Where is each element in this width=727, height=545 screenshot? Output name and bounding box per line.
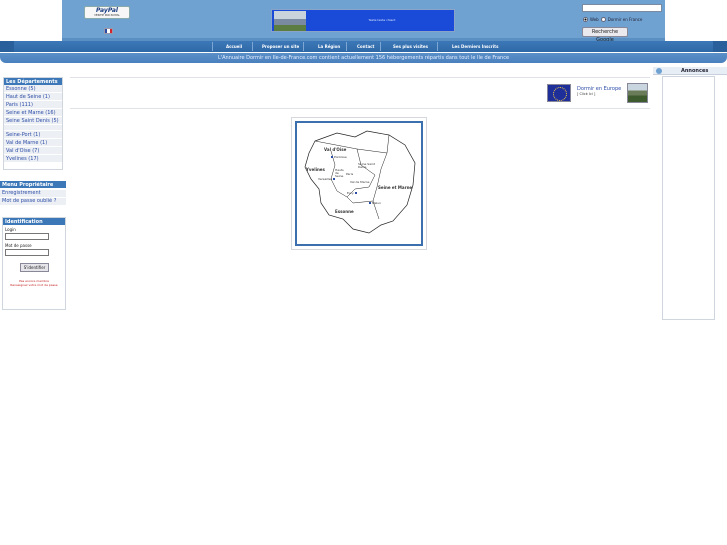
password-label: Mot de passe (5, 243, 32, 248)
menu-proprietaire-title: Menu Propriétaire (0, 181, 66, 188)
europe-thumbnail (627, 83, 648, 103)
menu-mot-de-passe-oublie[interactable]: Mot de passe oublié ? (0, 198, 66, 206)
nav-separator (437, 42, 438, 51)
map-label-yvelines[interactable]: Yvelines (306, 167, 325, 172)
radio-dormir-label: Dormir en France (607, 17, 643, 22)
map-city-evry[interactable]: Evry (347, 191, 358, 195)
paypal-subtitle: VÉRIFIÉ PAR PAYPAL (94, 14, 120, 17)
identification-title: Identification (3, 218, 65, 225)
map-label-essonne[interactable]: Essonne (335, 209, 354, 214)
login-label: Login (5, 227, 16, 232)
header-banner-ad[interactable]: Texte texte chiant (271, 9, 455, 32)
bullet-icon (656, 68, 662, 74)
map-canvas: Val d'Oise Pontoise Yvelines Hauts de Se… (295, 121, 423, 246)
map-label-seine-et-marne[interactable]: Seine et Marne (378, 185, 412, 190)
banner-text: Texte texte chiant (368, 18, 396, 22)
annonces-title: Annonces (681, 68, 709, 74)
content-divider (70, 77, 650, 78)
radio-web[interactable] (583, 17, 588, 22)
login-input[interactable] (5, 233, 49, 240)
nav-separator (346, 42, 347, 51)
map-city-pontoise[interactable]: Pontoise (331, 155, 347, 159)
departement-haut-de-seine[interactable]: Haut de Seine (1) (4, 93, 62, 101)
map-label-seine-saint-denis[interactable]: Seine Saint Denis (358, 163, 378, 169)
nav-contact[interactable]: Contact (357, 44, 374, 49)
nav-separator (252, 42, 253, 51)
departements-title: Les Départements (4, 78, 62, 85)
ile-de-france-map: Val d'Oise Pontoise Yvelines Hauts de Se… (291, 117, 427, 250)
departement-seine-port[interactable]: Seine-Port (1) (4, 131, 62, 139)
menu-enregistrement[interactable]: Enregistrement (0, 190, 66, 198)
departement-yvelines[interactable]: Yvelines (17) (4, 155, 62, 163)
french-flag-icon[interactable] (104, 28, 113, 34)
paypal-badge[interactable]: PayPal VÉRIFIÉ PAR PAYPAL (84, 6, 130, 19)
radio-dormir-en-france[interactable] (600, 17, 606, 22)
paypal-title: PayPal (96, 7, 118, 14)
nav-accueil[interactable]: Accueil (226, 44, 242, 49)
nav-la-region[interactable]: La Région (318, 44, 340, 49)
nav-separator (212, 42, 213, 51)
departement-seine-et-marne[interactable]: Seine et Marne (16) (4, 109, 62, 117)
nav-proposer-un-site[interactable]: Proposer un site (262, 44, 299, 49)
departement-essonne[interactable]: Essonne (5) (4, 85, 62, 93)
nav-right-cap (713, 41, 727, 52)
departement-paris[interactable]: Paris (111) (4, 101, 62, 109)
map-city-melun[interactable]: Melun (369, 201, 381, 205)
info-bar-text: L'Annuaire Dormir en Ile-de-France.com c… (217, 55, 510, 61)
search-scope-options: Web Dormir en France (583, 17, 642, 22)
content-divider (70, 108, 650, 109)
google-search-button[interactable]: Recherche Google (582, 27, 628, 43)
house-image (274, 11, 306, 31)
eu-flag-icon (547, 84, 571, 102)
map-city-versailles[interactable]: Versailles (318, 177, 336, 181)
nav-plus-visites[interactable]: Ses plus visites (393, 44, 428, 49)
google-search-input[interactable] (582, 4, 662, 12)
europe-click-here: [ Click Ici ] (577, 92, 596, 96)
dormir-en-europe-link[interactable]: Dormir en Europe [ Click Ici ] (546, 82, 649, 104)
departements-box: Les Départements Essonne (5) Haut de Sei… (3, 77, 63, 170)
error-line-2: Renseignez votre mot de passe (10, 283, 58, 287)
radio-web-label: Web (590, 17, 599, 22)
login-button[interactable]: S'identifier (20, 263, 49, 272)
password-input[interactable] (5, 249, 49, 256)
departement-val-d-oise[interactable]: Val d'Oise (7) (4, 147, 62, 155)
annonces-panel (662, 76, 715, 320)
identification-box: Identification Login Mot de passe S'iden… (2, 217, 66, 310)
nav-derniers-inscrits[interactable]: Les Derniers Inscrits (452, 44, 498, 49)
map-label-val-de-marne[interactable]: Val de Marne (350, 180, 370, 184)
annonces-header: Annonces (653, 67, 727, 75)
menu-proprietaire-box: Menu Propriétaire Enregistrement Mot de … (0, 181, 66, 209)
departement-seine-saint-denis[interactable]: Seine Saint Denis (5) (4, 117, 62, 125)
departement-val-de-marne[interactable]: Val de Marne (1) (4, 139, 62, 147)
nav-separator (380, 42, 381, 51)
map-label-val-d-oise[interactable]: Val d'Oise (324, 147, 346, 152)
map-label-paris[interactable]: Paris (346, 172, 353, 176)
nav-left-cap (0, 41, 14, 52)
nav-separator (303, 42, 304, 51)
